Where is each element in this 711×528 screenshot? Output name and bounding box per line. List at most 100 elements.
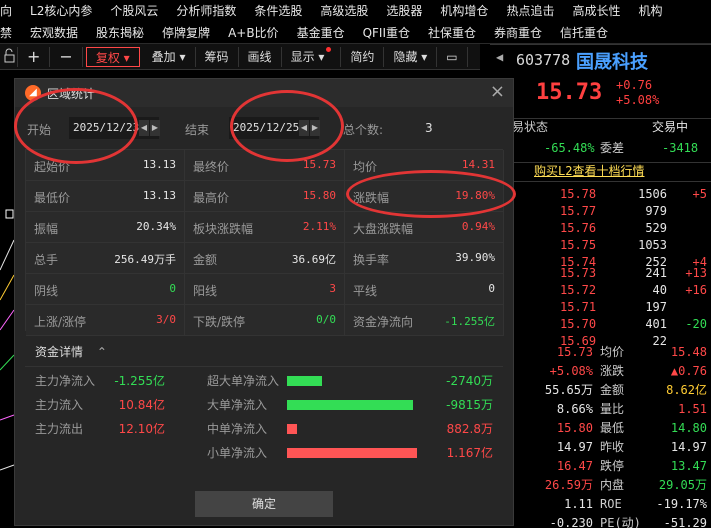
zoom-in-button[interactable]: + (18, 46, 51, 67)
menu-item[interactable]: 禁 (0, 22, 21, 44)
l2-promo[interactable]: 购买L2查看十档行情 (490, 162, 711, 182)
menu-item[interactable]: 分析师指数 (167, 0, 245, 22)
book-volume: 401 (645, 317, 667, 331)
chips-button[interactable]: 筹码 (196, 46, 239, 67)
funds-title: 资金详情 (35, 345, 84, 359)
stat-row: 14.97 昨收 14.97 (490, 439, 711, 456)
overlay-button[interactable]: 叠加 ▾ (143, 46, 196, 67)
book-volume: 1053 (638, 238, 667, 252)
stat-key: 金额 (193, 253, 218, 267)
stat-cell: 资金净流向 -1.255亿 (345, 305, 504, 336)
menu-item[interactable]: 基金重仓 (288, 22, 354, 44)
lock-icon[interactable] (0, 46, 18, 67)
weicha-value: -3418 (662, 141, 699, 155)
stat-value-left: -0.230 (549, 516, 593, 528)
top-menubar: 向 L2核心内参 个股风云 分析师指数 条件选股 高级选股 选股器 机构增仓 热点追击 高成长性机… (0, 0, 711, 44)
simple-button[interactable]: 简约 (341, 46, 385, 67)
stat-value: -1.255亿 (444, 315, 495, 328)
fund-row-value: 882.8万 (446, 422, 493, 436)
fuquan-label: 复权 (95, 50, 120, 65)
stat-value: 256.49万手 (114, 253, 176, 266)
start-date-next[interactable]: ▶ (150, 120, 160, 136)
stat-value-right: -19.17% (656, 497, 707, 511)
display-button[interactable]: 显示 ▾ (282, 46, 342, 67)
book-price: 15.71 (560, 300, 597, 314)
book-price: 15.78 (560, 187, 597, 201)
back-arrow-icon[interactable]: ◀ (496, 50, 503, 64)
l2-link[interactable]: 购买L2查看十档行情 (534, 163, 644, 180)
menu-item[interactable]: 机构增仓 (431, 0, 497, 22)
end-date-next[interactable]: ▶ (310, 120, 320, 136)
book-price: 15.70 (560, 317, 597, 331)
stat-key: 上涨/涨停 (34, 315, 87, 329)
menu-item[interactable]: L2核心内参 (21, 0, 101, 22)
menu-item[interactable]: 高成长性 (563, 0, 629, 22)
stat-cell: 振幅 20.34% (26, 212, 185, 243)
menu-item[interactable]: 停牌复牌 (153, 22, 219, 44)
stat-value-left: 15.80 (556, 421, 593, 435)
draw-line-button[interactable]: 画线 (239, 46, 282, 67)
fund-bar (287, 376, 322, 386)
fund-bar (287, 400, 413, 410)
fund-row-label: 小单净流入 (207, 446, 268, 460)
stat-key: 总手 (34, 253, 59, 267)
stat-value: 0/0 (316, 313, 336, 326)
stat-cell: 大盘涨跌幅 0.94% (345, 212, 504, 243)
stat-key: 阴线 (34, 284, 59, 298)
range-stats-dialog: ◢ 区域统计 × 开始 2025/12/23 ◀ ▶ 结束 2025/12/25… (14, 78, 514, 526)
stat-value-left: 8.66% (556, 402, 593, 416)
menu-item[interactable]: A+B比价 (219, 22, 288, 44)
menu-item[interactable]: 社保重仓 (419, 22, 485, 44)
stat-key: 振幅 (34, 222, 59, 236)
stat-value: 0 (169, 282, 176, 295)
menu-item[interactable]: 个股风云 (101, 0, 167, 22)
menu-item[interactable]: 信托重仓 (551, 22, 617, 44)
dialog-titlebar: ◢ 区域统计 × (15, 79, 513, 107)
menu-item[interactable]: 热点追击 (497, 0, 563, 22)
end-date-value: 2025/12/25 (233, 121, 300, 134)
end-label: 结束 (185, 123, 210, 137)
collapse-chevron-icon[interactable]: ⌃ (97, 345, 107, 359)
menu-item[interactable]: 股东揭秘 (87, 22, 153, 44)
fund-bar (287, 448, 417, 458)
stat-label: 均价 (600, 345, 625, 359)
zoom-out-button[interactable]: − (50, 46, 83, 67)
stat-row: 1.11 ROE -19.17% (490, 496, 711, 513)
menu-item[interactable]: QFII重仓 (354, 22, 419, 44)
book-price: 15.77 (560, 204, 597, 218)
book-delta: -20 (685, 317, 707, 331)
stat-key: 均价 (353, 160, 378, 174)
stat-cell: 总手 256.49万手 (26, 243, 185, 274)
start-date-prev[interactable]: ◀ (139, 120, 149, 136)
stat-cell: 换手率 39.90% (345, 243, 504, 274)
menu-item[interactable]: 高级选股 (311, 0, 377, 22)
fund-value: -1.255亿 (114, 374, 165, 388)
buy-row: 15.72 40 +16 (490, 282, 711, 299)
menu-item[interactable]: 向 (0, 0, 21, 22)
ok-button[interactable]: 确定 (195, 491, 333, 517)
stat-label: 金额 (600, 383, 625, 397)
window-toggle-icon[interactable]: ▭ (437, 46, 468, 67)
stat-value-left: 16.47 (556, 459, 593, 473)
stat-row: 16.47 跌停 13.47 (490, 458, 711, 475)
notify-dot (326, 46, 332, 52)
hide-button[interactable]: 隐藏 ▾ (384, 46, 438, 67)
book-volume: 197 (645, 300, 667, 314)
book-delta: +5 (692, 187, 707, 201)
menu-item[interactable]: 机构 (629, 0, 671, 22)
stat-value-left: 55.65万 (544, 383, 593, 397)
stat-value-right: ▲0.76 (670, 364, 707, 378)
stat-value-left: +5.08% (549, 364, 593, 378)
close-icon[interactable]: × (490, 82, 505, 102)
stock-name: 国晟科技 (576, 52, 648, 73)
menu-item[interactable]: 券商重仓 (485, 22, 551, 44)
end-date-prev[interactable]: ◀ (299, 120, 309, 136)
book-delta: +16 (685, 283, 707, 297)
menu-item[interactable]: 宏观数据 (21, 22, 87, 44)
last-price: 15.73 (536, 80, 603, 105)
funds-section-header[interactable]: 资金详情 ⌃ (25, 337, 503, 367)
menu-item[interactable]: 选股器 (377, 0, 431, 22)
fuquan-button[interactable]: 复权 ▾ (85, 46, 140, 67)
menu-item[interactable]: 条件选股 (245, 0, 311, 22)
stat-label: 昨收 (600, 440, 625, 454)
